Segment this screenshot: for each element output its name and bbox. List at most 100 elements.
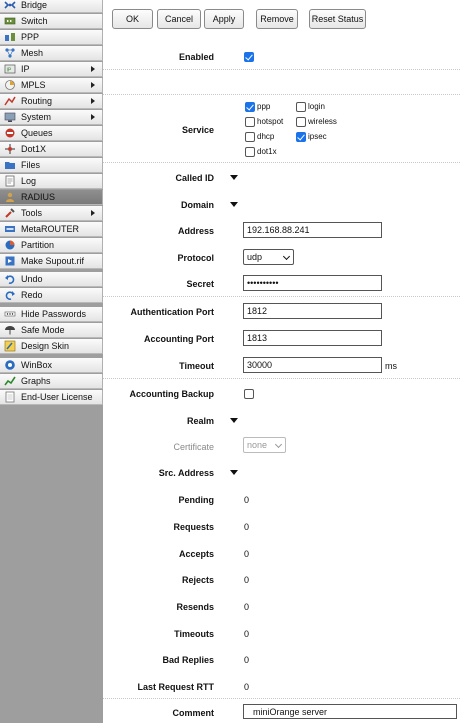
- sidebar-item-safe-mode[interactable]: Safe Mode: [0, 323, 103, 338]
- sidebar-item-label: WinBox: [21, 360, 53, 370]
- comment-input[interactable]: [243, 704, 457, 719]
- sidebar-item-redo[interactable]: Redo: [0, 288, 103, 303]
- sidebar-item-log[interactable]: Log: [0, 174, 103, 189]
- chevron-down-icon: [274, 440, 283, 449]
- protocol-select[interactable]: udp: [243, 249, 294, 265]
- license-icon: [4, 391, 16, 403]
- divider: [103, 162, 460, 163]
- timeout-input[interactable]: [243, 357, 382, 373]
- service-wireless-label: wireless: [308, 117, 337, 126]
- ok-button[interactable]: OK: [112, 9, 153, 29]
- chevron-right-icon: [91, 114, 95, 120]
- sidebar-item-label: Log: [21, 176, 37, 186]
- divider: [103, 94, 460, 95]
- authentication-port-input[interactable]: [243, 303, 382, 319]
- requests-value: 0: [244, 522, 250, 532]
- protocol-label: Protocol: [177, 253, 214, 263]
- sidebar-item-design-skin[interactable]: Design Skin: [0, 339, 103, 354]
- radius-icon: [4, 191, 16, 203]
- sidebar-item-label: RADIUS: [21, 192, 56, 202]
- called-id-expand-icon[interactable]: [230, 175, 238, 180]
- safe-mode-icon: [4, 324, 16, 336]
- service-ppp-checkbox[interactable]: [245, 102, 255, 112]
- enabled-checkbox[interactable]: [244, 52, 254, 62]
- sidebar-item-winbox[interactable]: WinBox: [0, 358, 103, 373]
- sidebar-item-label: Redo: [21, 290, 43, 300]
- sidebar-item-queues[interactable]: Queues: [0, 126, 103, 141]
- service-dhcp-label: dhcp: [257, 132, 275, 141]
- requests-label: Requests: [173, 522, 214, 532]
- sidebar-item-mpls[interactable]: MPLS: [0, 78, 103, 93]
- cancel-button[interactable]: Cancel: [157, 9, 201, 29]
- service-dot1x-checkbox[interactable]: [245, 147, 255, 157]
- files-icon: [4, 159, 16, 171]
- certificate-select[interactable]: none: [243, 437, 286, 453]
- service-login-checkbox[interactable]: [296, 102, 306, 112]
- sidebar-item-dot1x[interactable]: Dot1X: [0, 142, 103, 157]
- metarouter-icon: [4, 223, 16, 235]
- sidebar-item-mesh[interactable]: Mesh: [0, 46, 103, 61]
- service-label: Service: [181, 125, 214, 135]
- domain-expand-icon[interactable]: [230, 202, 238, 207]
- mesh-icon: [4, 47, 16, 59]
- chevron-down-icon: [282, 252, 291, 261]
- sidebar-item-label: Dot1X: [21, 144, 47, 154]
- log-icon: [4, 175, 16, 187]
- sidebar-item-metarouter[interactable]: MetaROUTER: [0, 222, 103, 237]
- rejects-value: 0: [244, 575, 250, 585]
- service-hotspot-checkbox[interactable]: [245, 117, 255, 127]
- timeouts-label: Timeouts: [174, 629, 214, 639]
- pending-value: 0: [244, 495, 250, 505]
- realm-label: Realm: [186, 416, 214, 426]
- bad-replies-label: Bad Replies: [162, 655, 214, 665]
- accepts-value: 0: [244, 549, 250, 559]
- accounting-backup-checkbox[interactable]: [244, 389, 254, 399]
- service-wireless-checkbox[interactable]: [296, 117, 306, 127]
- accounting-port-input[interactable]: [243, 330, 382, 346]
- realm-expand-icon[interactable]: [230, 418, 238, 423]
- sidebar-item-system[interactable]: System: [0, 110, 103, 125]
- src-address-label: Src. Address: [158, 468, 214, 478]
- sidebar-item-label: IP: [21, 64, 30, 74]
- sidebar-item-ppp[interactable]: PPP: [0, 30, 103, 45]
- sidebar-item-label: Partition: [21, 240, 55, 250]
- sidebar-item-label: PPP: [21, 32, 40, 42]
- sidebar-item-label: Safe Mode: [21, 325, 65, 335]
- sidebar-item-bridge[interactable]: Bridge: [0, 0, 103, 13]
- sidebar-item-make-supout-rif[interactable]: Make Supout.rif: [0, 254, 103, 269]
- address-input[interactable]: [243, 222, 382, 238]
- sidebar-item-routing[interactable]: Routing: [0, 94, 103, 109]
- service-ipsec-checkbox[interactable]: [296, 132, 306, 142]
- reset-status-button[interactable]: Reset Status: [309, 9, 366, 29]
- queues-icon: [4, 127, 16, 139]
- sidebar-item-ip[interactable]: IP IP: [0, 62, 103, 77]
- chevron-right-icon: [91, 210, 95, 216]
- sidebar-item-switch[interactable]: Switch: [0, 14, 103, 29]
- sidebar-item-partition[interactable]: Partition: [0, 238, 103, 253]
- enabled-label: Enabled: [178, 52, 214, 62]
- chevron-right-icon: [91, 98, 95, 104]
- last-request-rtt-value: 0: [244, 682, 250, 692]
- sidebar-item-graphs[interactable]: Graphs: [0, 374, 103, 389]
- resends-label: Resends: [176, 602, 214, 612]
- secret-input[interactable]: [243, 275, 382, 291]
- src-address-expand-icon[interactable]: [230, 470, 238, 475]
- hide-passwords-icon: [4, 308, 16, 320]
- service-login-label: login: [308, 102, 325, 111]
- chevron-right-icon: [91, 82, 95, 88]
- winbox-icon: [4, 359, 16, 371]
- service-dhcp-checkbox[interactable]: [245, 132, 255, 142]
- sidebar-item-label: Mesh: [21, 48, 44, 58]
- sidebar-item-label: Tools: [21, 208, 43, 218]
- sidebar-item-end-user-license[interactable]: End-User License: [0, 390, 103, 405]
- sidebar-item-tools[interactable]: Tools: [0, 206, 103, 221]
- sidebar-item-radius[interactable]: RADIUS: [0, 190, 103, 205]
- remove-button[interactable]: Remove: [256, 9, 298, 29]
- apply-button[interactable]: Apply: [204, 9, 244, 29]
- service-hotspot-label: hotspot: [257, 117, 284, 126]
- chevron-right-icon: [91, 66, 95, 72]
- sidebar-item-hide-passwords[interactable]: Hide Passwords: [0, 307, 103, 322]
- sidebar-item-undo[interactable]: Undo: [0, 272, 103, 287]
- sidebar-item-files[interactable]: Files: [0, 158, 103, 173]
- radius-server-form: OK Cancel Apply Remove Reset Status Enab…: [103, 0, 460, 723]
